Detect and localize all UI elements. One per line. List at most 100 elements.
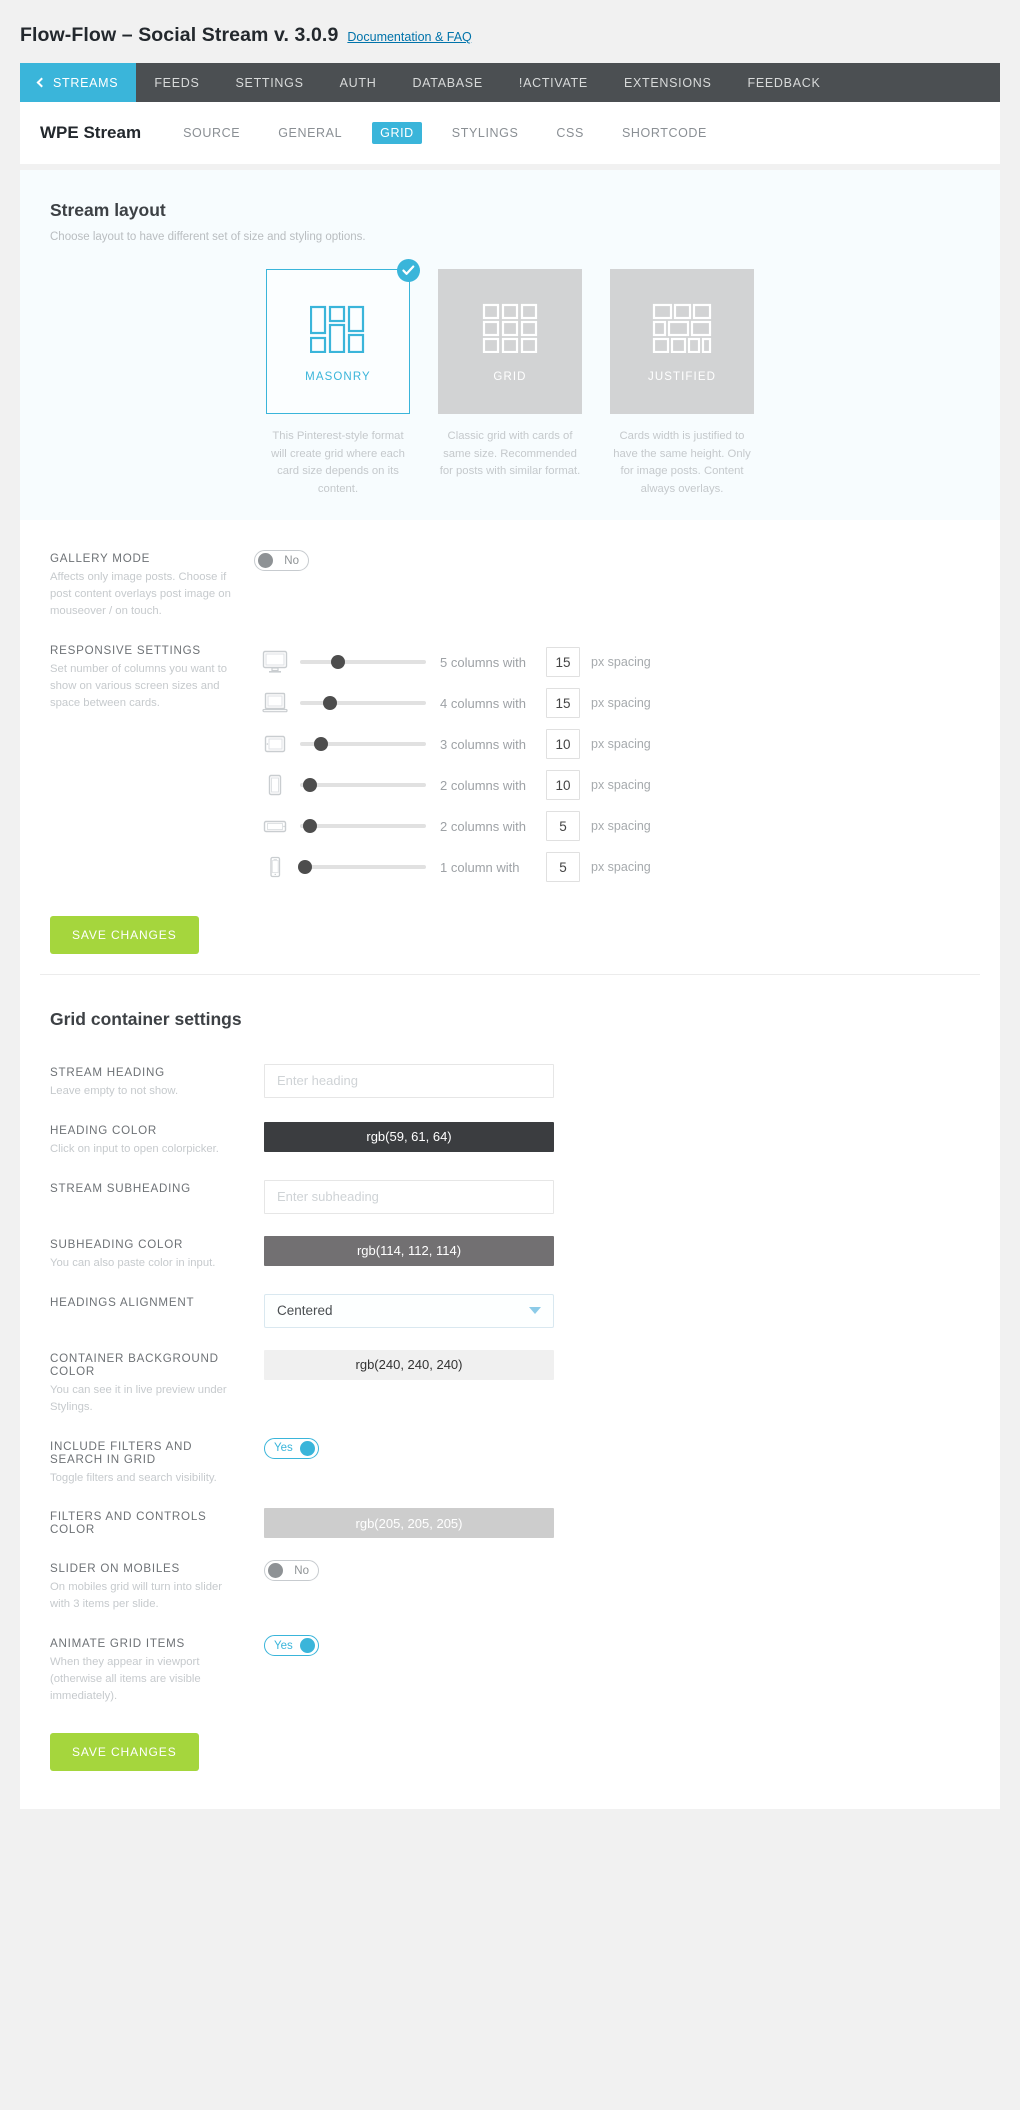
row-animate-grid-items: ANIMATE GRID ITEMS When they appear in v… <box>40 1627 980 1719</box>
slider-phone-landscape[interactable] <box>300 818 426 834</box>
slider-row-tablet: 3 columns with px spacing <box>254 724 980 765</box>
tab-grid[interactable]: GRID <box>372 122 422 144</box>
grid-container-settings-title: Grid container settings <box>50 1008 242 1029</box>
layout-card-justified: JUSTIFIED Cards width is justified to ha… <box>610 269 754 498</box>
row-subheading-color: SUBHEADING COLOR You can also paste colo… <box>40 1228 980 1286</box>
layout-label-justified: JUSTIFIED <box>647 370 717 383</box>
columns-text-phone: 1 column with <box>440 859 520 875</box>
layout-thumb-grid[interactable]: GRID <box>438 269 582 414</box>
topnav-item-settings[interactable]: SETTINGS <box>218 63 322 102</box>
slider-tablet[interactable] <box>300 736 426 752</box>
layout-card-list: MASONRY This Pinterest-style format will… <box>40 259 980 498</box>
toggle-animate-grid-items[interactable]: Yes <box>264 1635 319 1657</box>
label-stream-heading: STREAM HEADING <box>50 1065 165 1079</box>
documentation-faq-link[interactable]: Documentation & FAQ <box>347 30 471 44</box>
topnav-item-feeds[interactable]: FEEDS <box>136 63 217 102</box>
slider-thumb[interactable] <box>314 737 329 752</box>
label-animate-grid-items: ANIMATE GRID ITEMS <box>50 1637 186 1651</box>
divider <box>40 973 980 975</box>
slider-thumb[interactable] <box>323 696 338 711</box>
topnav-item-feedback[interactable]: FEEDBACK <box>730 63 839 102</box>
topnav-item-extensions[interactable]: EXTENSIONS <box>606 63 730 102</box>
label-responsive-settings: RESPONSIVE SETTINGS <box>50 643 201 657</box>
phone-icon <box>254 855 296 879</box>
toggle-knob <box>300 1440 315 1456</box>
chevron-down-icon <box>529 1307 541 1315</box>
slider-phone[interactable] <box>298 859 426 875</box>
responsive-slider-list: 5 columns with px spacing 4 columns with <box>254 642 980 888</box>
layout-label-grid: GRID <box>493 370 527 383</box>
px-label-tablet: px spacing <box>591 737 651 752</box>
row-slider-on-mobiles: SLIDER ON MOBILES On mobiles grid will t… <box>40 1552 980 1627</box>
spacing-input-laptop[interactable] <box>546 688 580 719</box>
spacing-input-tablet[interactable] <box>546 729 580 760</box>
topnav-item-database[interactable]: DATABASE <box>394 63 500 102</box>
topnav-item-streams[interactable]: STREAMS <box>20 63 137 102</box>
slider-thumb[interactable] <box>303 778 318 793</box>
headings-alignment-value: Centered <box>277 1303 333 1319</box>
row-heading-color: HEADING COLOR Click on input to open col… <box>40 1114 980 1172</box>
stream-layout-subtitle: Choose layout to have different set of s… <box>50 231 366 243</box>
label-heading-color: HEADING COLOR <box>50 1123 158 1137</box>
grid-icon <box>482 303 538 353</box>
stream-heading-input[interactable] <box>264 1063 554 1098</box>
slider-thumb[interactable] <box>303 819 318 834</box>
tab-general[interactable]: GENERAL <box>270 122 350 144</box>
toggle-label: Yes <box>274 1442 293 1454</box>
slider-desktop[interactable] <box>300 654 426 670</box>
toggle-slider-on-mobiles[interactable]: No <box>264 1560 319 1582</box>
filters-controls-color-input[interactable]: rgb(205, 205, 205) <box>264 1508 554 1539</box>
spacing-input-tablet-portrait[interactable] <box>546 770 580 801</box>
px-label-phone: px spacing <box>591 860 651 875</box>
spacing-input-phone-landscape[interactable] <box>546 811 580 842</box>
spacing-input-phone[interactable] <box>546 852 580 883</box>
laptop-icon <box>254 691 296 715</box>
slider-thumb[interactable] <box>298 860 313 875</box>
topnav-item-auth[interactable]: AUTH <box>322 63 395 102</box>
topnav-item-activate[interactable]: !ACTIVATE <box>501 63 606 102</box>
label-subheading-color: SUBHEADING COLOR <box>50 1237 184 1251</box>
hint-subheading-color: You can also paste color in input. <box>50 1256 216 1269</box>
layout-thumb-justified[interactable]: JUSTIFIED <box>610 269 754 414</box>
stream-subheading-input[interactable] <box>264 1179 554 1214</box>
slider-laptop[interactable] <box>300 695 426 711</box>
columns-text-desktop: 5 columns with <box>440 654 526 670</box>
hint-heading-color: Click on input to open colorpicker. <box>50 1142 219 1155</box>
layout-desc-masonry: This Pinterest-style format will create … <box>271 430 405 495</box>
phone-landscape-icon <box>254 814 296 838</box>
subheading-color-input[interactable]: rgb(114, 112, 114) <box>264 1235 554 1266</box>
stream-layout-section: Stream layout Choose layout to have diff… <box>20 170 1000 520</box>
hint-include-filters: Toggle filters and search visibility. <box>50 1471 217 1484</box>
tab-shortcode[interactable]: SHORTCODE <box>614 122 715 144</box>
tab-css[interactable]: CSS <box>548 122 592 144</box>
row-headings-alignment: HEADINGS ALIGNMENT Centered <box>40 1286 980 1342</box>
slider-thumb[interactable] <box>330 655 345 670</box>
toggle-include-filters[interactable]: Yes <box>264 1437 319 1459</box>
row-include-filters: INCLUDE FILTERS AND SEARCH IN GRID Toggl… <box>40 1430 980 1501</box>
heading-color-input[interactable]: rgb(59, 61, 64) <box>264 1121 554 1152</box>
slider-tablet-portrait[interactable] <box>300 777 426 793</box>
settings-panel: GALLERY MODE Affects only image posts. C… <box>20 520 1000 1810</box>
tab-source[interactable]: SOURCE <box>175 122 248 144</box>
px-label-desktop: px spacing <box>591 655 651 670</box>
plugin-title-bar: Flow-Flow – Social Stream v. 3.0.9 Docum… <box>0 0 1020 63</box>
slider-row-tablet-portrait: 2 columns with px spacing <box>254 765 980 806</box>
label-filters-controls-color: FILTERS AND CONTROLS COLOR <box>50 1510 207 1537</box>
stream-name: WPE Stream <box>40 123 142 142</box>
headings-alignment-select[interactable]: Centered <box>264 1293 554 1328</box>
sub-nav: WPE Stream SOURCE GENERAL GRID STYLINGS … <box>20 102 1000 164</box>
desktop-icon <box>254 650 296 674</box>
label-container-background-color: CONTAINER BACKGROUND COLOR <box>50 1351 219 1378</box>
page-bottom-spacer <box>0 1809 1020 1869</box>
layout-card-grid: GRID Classic grid with cards of same siz… <box>438 269 582 498</box>
tab-stylings[interactable]: STYLINGS <box>444 122 527 144</box>
container-background-color-input[interactable]: rgb(240, 240, 240) <box>264 1349 554 1380</box>
row-responsive-settings: RESPONSIVE SETTINGS Set number of column… <box>40 634 980 902</box>
save-changes-button-bottom[interactable]: SAVE CHANGES <box>50 1733 199 1772</box>
toggle-label: No <box>294 1564 309 1577</box>
spacing-input-desktop[interactable] <box>546 647 580 678</box>
save-changes-button-top[interactable]: SAVE CHANGES <box>50 915 199 954</box>
toggle-label: Yes <box>274 1639 293 1652</box>
layout-thumb-masonry[interactable]: MASONRY <box>266 259 420 414</box>
toggle-gallery-mode[interactable]: No <box>254 550 309 571</box>
